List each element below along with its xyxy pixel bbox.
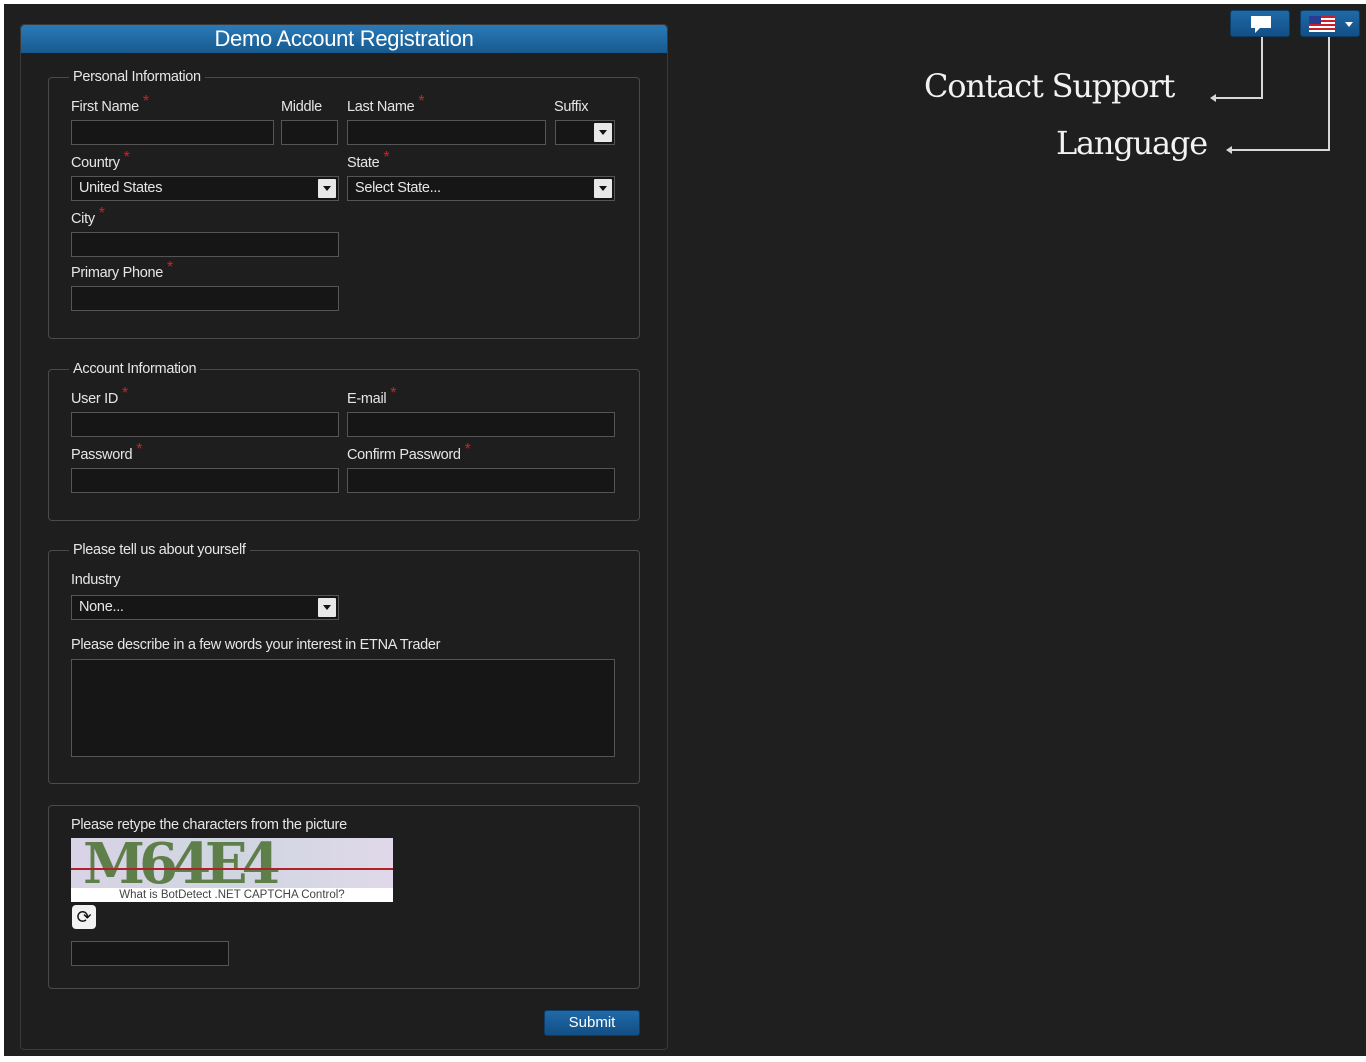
contact-support-arrow-head	[1210, 94, 1216, 102]
language-pointer-line	[1328, 37, 1330, 151]
refresh-icon[interactable]: ⟳	[72, 905, 96, 929]
required-marker: *	[142, 93, 149, 110]
state-label-text: State	[347, 155, 380, 171]
state-select[interactable]: Select State...	[347, 176, 615, 201]
industry-select-value: None...	[79, 599, 124, 615]
language-arrow-head	[1226, 146, 1232, 154]
last-name-label: Last Name *	[347, 93, 425, 116]
required-marker: *	[383, 149, 390, 166]
captcha-label: Please retype the characters from the pi…	[71, 817, 347, 833]
middle-input[interactable]	[281, 120, 338, 145]
captcha-input[interactable]	[71, 941, 229, 966]
contact-support-annotation: Contact Support	[924, 67, 1175, 105]
email-label: E-mail *	[347, 385, 397, 408]
contact-support-button[interactable]	[1230, 10, 1290, 37]
country-select[interactable]: United States	[71, 176, 339, 201]
state-select-value: Select State...	[355, 180, 441, 196]
confirm-password-label-text: Confirm Password	[347, 447, 461, 463]
city-label: City *	[71, 205, 105, 228]
about-yourself-section: Please tell us about yourself Industry N…	[48, 542, 640, 784]
suffix-select[interactable]	[555, 120, 615, 145]
user-id-label: User ID *	[71, 385, 128, 408]
submit-button[interactable]: Submit	[544, 1010, 640, 1036]
chevron-down-icon[interactable]	[318, 598, 336, 617]
us-flag-icon	[1309, 16, 1335, 32]
first-name-label: First Name *	[71, 93, 149, 116]
chevron-down-icon[interactable]	[318, 179, 336, 198]
first-name-input[interactable]	[71, 120, 274, 145]
city-input[interactable]	[71, 232, 339, 257]
captcha-image: M64E4 What is BotDetect .NET CAPTCHA Con…	[71, 838, 393, 902]
confirm-password-label: Confirm Password *	[347, 441, 471, 464]
required-marker: *	[122, 385, 128, 402]
personal-information-section: Personal Information First Name * Middle …	[48, 69, 640, 339]
required-marker: *	[98, 205, 105, 222]
interest-textarea[interactable]	[71, 659, 615, 757]
registration-panel: Demo Account Registration Personal Infor…	[20, 24, 668, 1050]
captcha-section: Please retype the characters from the pi…	[48, 805, 640, 989]
confirm-password-input[interactable]	[347, 468, 615, 493]
page-background: Demo Account Registration Personal Infor…	[4, 4, 1366, 1056]
last-name-label-text: Last Name	[347, 99, 415, 115]
state-label: State *	[347, 149, 390, 172]
interest-label: Please describe in a few words your inte…	[71, 637, 441, 653]
about-yourself-legend: Please tell us about yourself	[69, 542, 250, 558]
country-select-value: United States	[79, 180, 163, 196]
captcha-help-link[interactable]: What is BotDetect .NET CAPTCHA Control?	[71, 888, 393, 902]
primary-phone-label: Primary Phone *	[71, 259, 173, 282]
email-input[interactable]	[347, 412, 615, 437]
required-marker: *	[390, 385, 397, 402]
country-label: Country *	[71, 149, 130, 172]
account-information-legend: Account Information	[69, 361, 201, 377]
email-label-text: E-mail	[347, 391, 387, 407]
personal-information-legend: Personal Information	[69, 69, 205, 85]
contact-support-pointer-line	[1261, 37, 1263, 99]
industry-select[interactable]: None...	[71, 595, 339, 620]
language-annotation: Language	[1056, 124, 1208, 162]
required-marker: *	[123, 149, 130, 166]
required-marker: *	[167, 259, 173, 276]
language-pointer-line	[1232, 149, 1330, 151]
industry-label: Industry	[71, 572, 121, 588]
user-id-input[interactable]	[71, 412, 339, 437]
user-id-label-text: User ID	[71, 391, 119, 407]
middle-label: Middle	[281, 99, 322, 115]
required-marker: *	[464, 441, 471, 458]
chevron-down-icon[interactable]	[594, 123, 612, 142]
last-name-input[interactable]	[347, 120, 546, 145]
language-button[interactable]	[1300, 10, 1360, 37]
captcha-noise-line	[71, 868, 393, 870]
first-name-label-text: First Name	[71, 99, 139, 115]
required-marker: *	[136, 441, 143, 458]
contact-support-pointer-line	[1216, 97, 1263, 99]
caret-down-icon	[1345, 22, 1353, 27]
password-input[interactable]	[71, 468, 339, 493]
city-label-text: City	[71, 211, 95, 227]
suffix-label: Suffix	[554, 99, 589, 115]
account-information-section: Account Information User ID * E-mail * Pas…	[48, 361, 640, 521]
required-marker: *	[418, 93, 425, 110]
password-label-text: Password	[71, 447, 133, 463]
chat-bubble-icon	[1251, 16, 1271, 33]
panel-title: Demo Account Registration	[21, 25, 667, 53]
primary-phone-label-text: Primary Phone	[71, 265, 163, 281]
chevron-down-icon[interactable]	[594, 179, 612, 198]
country-label-text: Country	[71, 155, 120, 171]
password-label: Password *	[71, 441, 143, 464]
primary-phone-input[interactable]	[71, 286, 339, 311]
